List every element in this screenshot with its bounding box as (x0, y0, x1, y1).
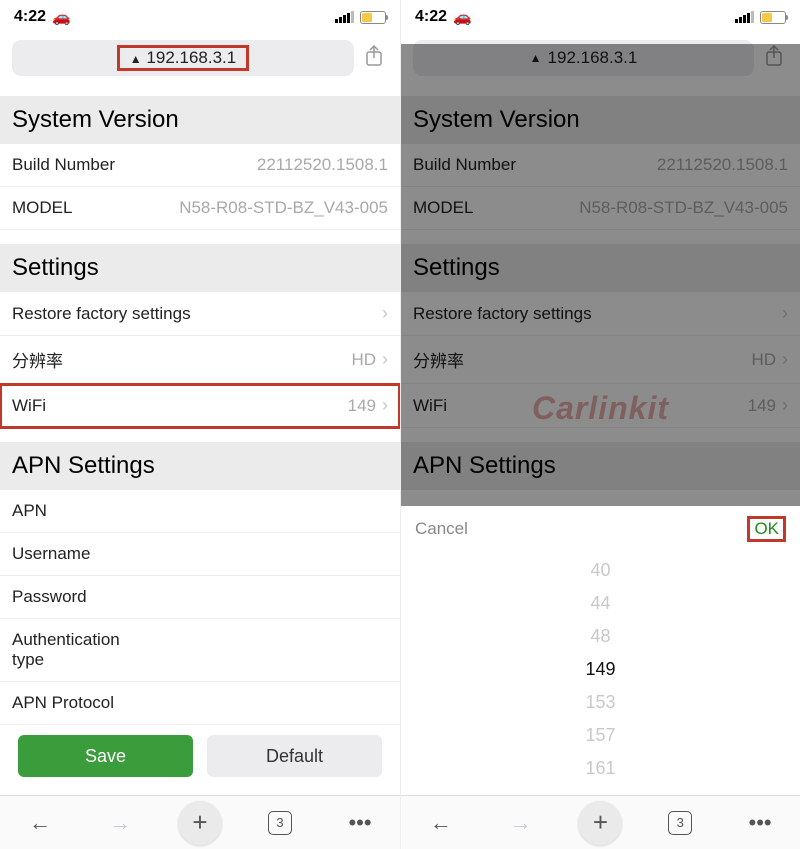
button-row: Save Default (0, 725, 400, 777)
url-text: 192.168.3.1 (548, 48, 638, 68)
picker-option[interactable]: 153 (401, 686, 800, 719)
row-restore[interactable]: Restore factory settings › (401, 292, 800, 336)
status-time: 4:22 (415, 8, 447, 26)
section-system-version: System Version (0, 96, 400, 144)
signal-icon (735, 11, 754, 23)
section-settings: Settings (401, 244, 800, 292)
signal-icon (335, 11, 354, 23)
status-bar: 4:22 🚗 (0, 0, 400, 34)
page-content: System Version Build Number 22112520.150… (0, 82, 400, 795)
new-tab-button[interactable]: + (178, 801, 222, 845)
status-time: 4:22 (14, 8, 46, 26)
browser-toolbar: ← → + 3 ••• (401, 795, 800, 849)
picker-option[interactable]: 40 (401, 554, 800, 587)
share-icon[interactable] (764, 44, 788, 73)
section-settings: Settings (0, 244, 400, 292)
car-icon: 🚗 (52, 8, 71, 26)
picker-ok-button[interactable]: OK (754, 519, 779, 538)
picker-panel: Cancel OK 40 44 48 149 153 157 161 (401, 506, 800, 795)
car-icon: 🚗 (453, 8, 472, 26)
picker-option[interactable]: 161 (401, 752, 800, 785)
row-build-number: Build Number 22112520.1508.1 (401, 144, 800, 187)
resolution-value: HD (351, 350, 376, 370)
row-model: MODEL N58-R08-STD-BZ_V43-005 (0, 187, 400, 230)
chevron-right-icon: › (782, 395, 788, 416)
row-restore[interactable]: Restore factory settings › (0, 292, 400, 336)
not-secure-icon: ▲ (130, 52, 142, 66)
row-username[interactable]: Username (0, 533, 400, 576)
more-button[interactable]: ••• (738, 810, 782, 836)
back-button[interactable]: ← (18, 810, 62, 836)
build-value: 22112520.1508.1 (257, 155, 388, 175)
chevron-right-icon: › (782, 349, 788, 370)
section-system-version: System Version (401, 96, 800, 144)
row-wifi[interactable]: WiFi 149› (401, 384, 800, 428)
browser-toolbar: ← → + 3 ••• (0, 795, 400, 849)
picker-option[interactable]: 157 (401, 719, 800, 752)
row-auth-type[interactable]: Authentication type (0, 619, 400, 682)
row-resolution[interactable]: 分辨率 HD› (401, 336, 800, 384)
model-label: MODEL (12, 198, 72, 218)
save-button[interactable]: Save (18, 735, 193, 777)
share-icon[interactable] (364, 44, 388, 73)
row-apn-protocol[interactable]: APN Protocol (0, 682, 400, 725)
tabs-button[interactable]: 3 (258, 811, 302, 835)
row-password[interactable]: Password (0, 576, 400, 619)
row-apn[interactable]: APN (0, 490, 400, 533)
row-resolution[interactable]: 分辨率 HD › (0, 336, 400, 384)
new-tab-button[interactable]: + (578, 801, 622, 845)
chevron-right-icon: › (382, 349, 388, 370)
model-value: N58-R08-STD-BZ_V43-005 (179, 198, 388, 218)
default-button[interactable]: Default (207, 735, 382, 777)
row-wifi[interactable]: WiFi 149 › (0, 384, 400, 428)
picker-cancel-button[interactable]: Cancel (415, 519, 468, 539)
build-label: Build Number (12, 155, 115, 175)
chevron-right-icon: › (782, 303, 788, 324)
forward-button[interactable]: → (98, 810, 142, 836)
address-row: ▲ 192.168.3.1 (0, 34, 400, 84)
resolution-label: 分辨率 (12, 347, 63, 372)
wifi-label: WiFi (12, 396, 46, 416)
phone-right: 4:22 🚗 ▲ 192.168.3.1 System Version Buil… (400, 0, 800, 849)
address-bar[interactable]: ▲ 192.168.3.1 (12, 40, 354, 76)
picker-option-selected[interactable]: 149 (401, 653, 800, 686)
back-button[interactable]: ← (419, 810, 463, 836)
not-secure-icon: ▲ (530, 51, 542, 65)
picker-option[interactable]: 48 (401, 620, 800, 653)
section-apn: APN Settings (0, 442, 400, 490)
row-model: MODEL N58-R08-STD-BZ_V43-005 (401, 187, 800, 230)
tabs-button[interactable]: 3 (658, 811, 702, 835)
address-row: ▲ 192.168.3.1 (401, 34, 800, 84)
picker-option[interactable]: 44 (401, 587, 800, 620)
restore-label: Restore factory settings (12, 304, 191, 324)
picker-wheel[interactable]: 40 44 48 149 153 157 161 (401, 552, 800, 797)
chevron-right-icon: › (382, 303, 388, 324)
more-button[interactable]: ••• (338, 810, 382, 836)
wifi-value: 149 (348, 396, 376, 416)
address-bar[interactable]: ▲ 192.168.3.1 (413, 40, 754, 76)
battery-icon (760, 11, 786, 24)
section-apn: APN Settings (401, 442, 800, 490)
url-text: 192.168.3.1 (146, 48, 236, 67)
row-build-number: Build Number 22112520.1508.1 (0, 144, 400, 187)
battery-icon (360, 11, 386, 24)
status-bar: 4:22 🚗 (401, 0, 800, 34)
forward-button[interactable]: → (499, 810, 543, 836)
chevron-right-icon: › (382, 395, 388, 416)
phone-left: 4:22 🚗 ▲ 192.168.3.1 System Version Buil… (0, 0, 400, 849)
